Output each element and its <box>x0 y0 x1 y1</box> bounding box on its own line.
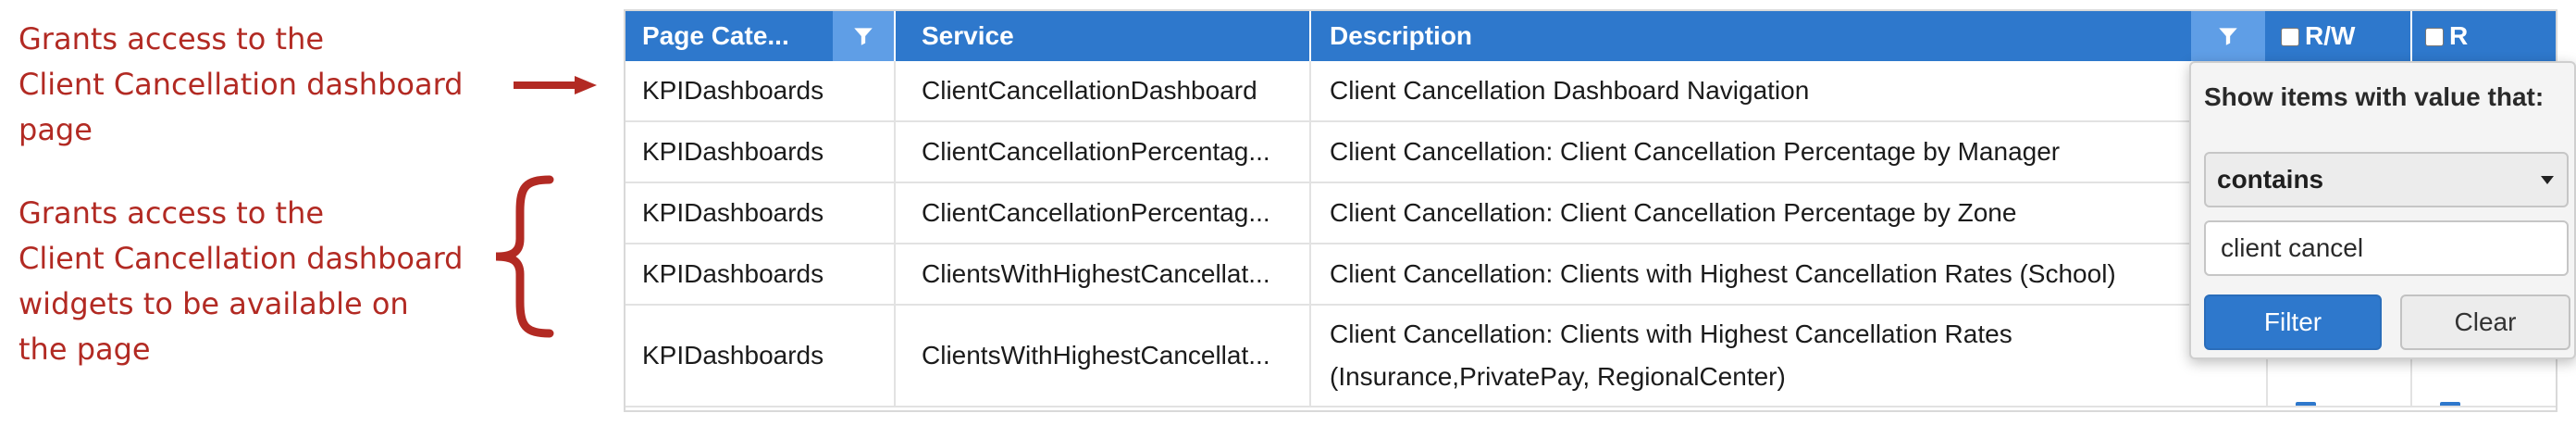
filter-operator-value: contains <box>2217 165 2324 194</box>
service-cell: ClientsWithHighestCancellat... <box>896 306 1311 406</box>
service-cell: ClientCancellationPercentag... <box>896 183 1311 243</box>
column-header-service[interactable]: Service <box>896 11 1311 61</box>
arrow-right-icon <box>514 76 597 94</box>
column-header-description[interactable]: Description <box>1311 11 2236 61</box>
description-cell: Client Cancellation: Clients with Highes… <box>1311 306 2268 406</box>
annotation-dashboard-page: Grants access to the Client Cancellation… <box>19 17 463 153</box>
clear-button[interactable]: Clear <box>2400 294 2570 350</box>
filter-icon <box>2219 28 2237 45</box>
annotation-line: Grants access to the <box>19 195 325 231</box>
select-all-read-write-checkbox[interactable] <box>2281 28 2299 46</box>
annotation-line: Client Cancellation dashboard <box>19 67 464 102</box>
page-category-cell: KPIDashboards <box>625 122 896 182</box>
annotation-line: page <box>19 112 93 147</box>
column-header-read-write: R/W <box>2268 11 2412 61</box>
column-header-read: R <box>2412 11 2556 61</box>
description-filter-button[interactable] <box>2191 11 2265 61</box>
description-cell: Client Cancellation: Client Cancellation… <box>1311 183 2268 243</box>
read-write-label: R/W <box>2305 21 2356 50</box>
service-cell: ClientCancellationPercentag... <box>896 122 1311 182</box>
read-label: R <box>2449 21 2469 50</box>
service-cell: ClientsWithHighestCancellat... <box>896 244 1311 304</box>
dropdown-caret-icon <box>2541 176 2554 184</box>
filter-operator-dropdown[interactable]: contains <box>2204 152 2569 207</box>
description-filter-popup: Show items with value that: contains Fil… <box>2189 61 2576 359</box>
category-filter-button[interactable] <box>833 11 894 61</box>
service-cell: ClientCancellationDashboard <box>896 61 1311 120</box>
curly-brace-icon <box>495 175 554 338</box>
select-all-read-checkbox[interactable] <box>2425 28 2444 46</box>
annotation-line: Client Cancellation dashboard <box>19 241 464 276</box>
page-category-cell: KPIDashboards <box>625 61 896 120</box>
annotation-line: the page <box>19 332 151 367</box>
description-cell: Client Cancellation: Client Cancellation… <box>1311 122 2268 182</box>
page-category-cell: KPIDashboards <box>625 183 896 243</box>
grid-header: Page Cate... Service Description R/W R <box>625 11 2556 61</box>
description-cell: Client Cancellation: Clients with Highes… <box>1311 244 2268 304</box>
read-write-checkbox[interactable] <box>2296 402 2316 406</box>
filter-button[interactable]: Filter <box>2204 294 2382 350</box>
annotation-line: widgets to be available on <box>19 286 409 321</box>
filter-popup-title: Show items with value that: <box>2204 82 2545 111</box>
page-category-cell: KPIDashboards <box>625 306 896 406</box>
filter-value-input[interactable] <box>2204 220 2569 276</box>
page-category-cell: KPIDashboards <box>625 244 896 304</box>
annotation-dashboard-widgets: Grants access to the Client Cancellation… <box>19 191 463 372</box>
read-checkbox[interactable] <box>2440 402 2460 406</box>
annotation-line: Grants access to the <box>19 21 325 56</box>
filter-icon <box>854 28 873 45</box>
description-cell: Client Cancellation Dashboard Navigation <box>1311 61 2268 120</box>
